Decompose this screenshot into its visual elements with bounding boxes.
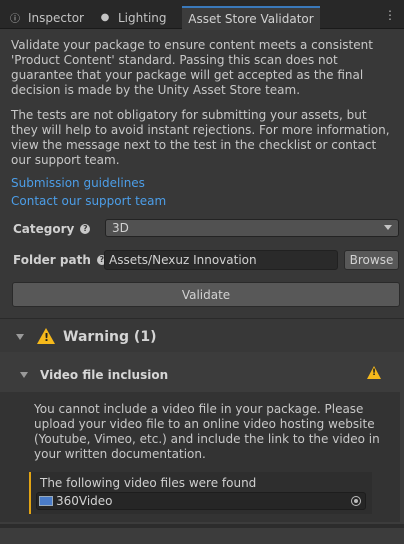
warning-icon: ! (37, 328, 55, 344)
warning-message: You cannot include a video file in your … (34, 402, 380, 461)
tab-bar: ⓘ Inspector ● Lighting Asset Store Valid… (0, 0, 404, 30)
category-label: Category ? (13, 222, 91, 236)
folder-path-label-text: Folder path (13, 253, 91, 267)
category-label-text: Category (13, 222, 75, 236)
found-files-label: The following video files were found (40, 476, 257, 490)
tab-lighting[interactable]: ● Lighting (98, 7, 167, 28)
help-icon[interactable]: ? (80, 224, 91, 234)
expand-arrow-icon[interactable] (20, 372, 28, 378)
warning-header-text: Warning (1) (63, 329, 157, 345)
chevron-down-icon (384, 225, 392, 230)
tab-label: Lighting (118, 10, 167, 25)
submission-guidelines-link[interactable]: Submission guidelines (11, 176, 145, 190)
intro-paragraph-2: The tests are not obligatory for submitt… (11, 108, 390, 167)
lightbulb-icon: ● (100, 12, 110, 23)
info-icon: ⓘ (10, 14, 20, 25)
folder-path-field[interactable]: Assets/Nexuz Innovation (104, 250, 338, 270)
video-file-name: 360Video (56, 494, 113, 508)
video-file-field[interactable]: 360Video (36, 492, 366, 510)
warning-section-header[interactable]: ! Warning (1) (0, 322, 404, 350)
category-value: 3D (112, 221, 129, 235)
scrollbar-track[interactable] (0, 524, 404, 528)
tab-asset-store-validator[interactable]: Asset Store Validator (182, 6, 320, 30)
category-dropdown[interactable]: 3D (105, 219, 399, 237)
tab-inspector[interactable]: ⓘ Inspector (8, 7, 84, 28)
validate-button[interactable]: Validate (12, 282, 400, 307)
intro-paragraph-1: Validate your package to ensure content … (11, 38, 373, 97)
video-file-icon (39, 496, 53, 506)
tab-label: Asset Store Validator (188, 12, 314, 26)
object-picker-icon[interactable] (351, 496, 361, 506)
folder-path-value: Assets/Nexuz Innovation (109, 253, 257, 267)
warning-item-header[interactable]: Video file inclusion ! (0, 364, 404, 386)
contact-support-link[interactable]: Contact our support team (11, 194, 166, 208)
more-options-icon[interactable]: ⋮ (384, 8, 396, 22)
browse-button[interactable]: Browse (344, 250, 399, 270)
warning-icon: ! (367, 366, 381, 379)
divider (0, 318, 404, 319)
expand-arrow-icon[interactable] (16, 334, 24, 340)
folder-path-label: Folder path ? (13, 253, 107, 267)
warning-item-title: Video file inclusion (40, 368, 169, 382)
tab-label: Inspector (28, 10, 84, 25)
